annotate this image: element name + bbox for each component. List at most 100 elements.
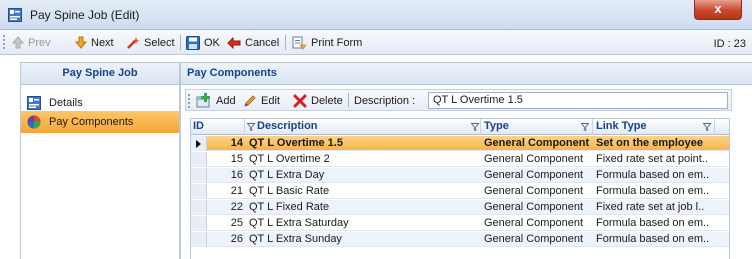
grid-toolbar: Add Edit Delete Description : QT L Overt… xyxy=(185,89,732,111)
cell-id: 16 xyxy=(230,169,243,181)
cell-description: QT L Overtime 2 xyxy=(249,153,330,165)
nav-item-pay-components[interactable]: Pay Components xyxy=(21,111,179,133)
toolbar-grip[interactable] xyxy=(188,94,190,108)
table-row[interactable]: 16 QT L Extra Day General Component Form… xyxy=(191,168,729,183)
filter-icon[interactable] xyxy=(471,123,479,131)
arrow-up-icon xyxy=(12,36,24,49)
column-header-description[interactable]: Description xyxy=(245,119,481,135)
cell-type: General Component xyxy=(484,201,584,213)
cell-description: QT L Basic Rate xyxy=(249,185,330,197)
column-header-id[interactable]: ID xyxy=(191,119,245,135)
pay-components-panel: Pay Components Add Edit Delete Descripti… xyxy=(180,62,752,259)
description-label: Description : xyxy=(354,94,416,107)
table-row[interactable]: 22 QT L Fixed Rate General Component Fix… xyxy=(191,200,729,215)
nav-item-label: Pay Components xyxy=(49,116,134,128)
select-wand-icon xyxy=(127,36,140,49)
row-indicator[interactable] xyxy=(191,184,207,199)
cell-link-type: Fixed rate set at job l.. xyxy=(596,201,705,213)
next-button[interactable]: Next xyxy=(75,34,114,51)
table-row[interactable]: 15 QT L Overtime 2 General Component Fix… xyxy=(191,152,729,167)
current-row-arrow-icon xyxy=(196,140,201,148)
table-row[interactable]: 21 QT L Basic Rate General Component For… xyxy=(191,184,729,199)
cell-id: 25 xyxy=(230,217,243,229)
main-toolbar: Prev Next Select OK Cancel Print Form ID… xyxy=(0,30,752,55)
filter-icon[interactable] xyxy=(581,123,589,131)
cell-link-type: Formula based on em.. xyxy=(596,233,710,245)
cell-id: 22 xyxy=(230,201,243,213)
form-icon xyxy=(8,8,22,22)
delete-label: Delete xyxy=(311,94,343,107)
cell-description: QT L Extra Day xyxy=(249,169,325,181)
close-button[interactable]: x xyxy=(694,0,742,20)
cell-type: General Component xyxy=(484,169,584,181)
cell-link-type: Fixed rate set at point.. xyxy=(596,153,708,165)
delete-button[interactable]: Delete xyxy=(293,92,343,109)
print-form-label: Print Form xyxy=(311,36,363,49)
grid-header: ID Description Type Link Type xyxy=(191,119,729,135)
column-header-link-type[interactable]: Link Type xyxy=(593,119,715,135)
cell-description: QT L Fixed Rate xyxy=(249,201,330,213)
cell-type: General Component xyxy=(484,153,584,165)
table-row[interactable]: 14 QT L Overtime 1.5 General Component S… xyxy=(191,136,729,151)
prev-button[interactable]: Prev xyxy=(12,34,51,51)
cell-description: QT L Extra Sunday xyxy=(249,233,342,245)
table-row[interactable]: 25 QT L Extra Saturday General Component… xyxy=(191,216,729,231)
cell-id: 21 xyxy=(230,185,243,197)
row-indicator[interactable] xyxy=(191,216,207,231)
cancel-label: Cancel xyxy=(245,36,280,49)
edit-pencil-icon xyxy=(244,94,256,107)
table-row[interactable]: 26 QT L Extra Sunday General Component F… xyxy=(191,232,729,247)
cell-link-type: Formula based on em.. xyxy=(596,217,710,229)
cell-type: General Component xyxy=(484,185,584,197)
row-indicator[interactable] xyxy=(191,152,207,167)
cell-id: 14 xyxy=(230,137,243,149)
cell-type: General Component xyxy=(484,137,590,149)
edit-button[interactable]: Edit xyxy=(243,92,280,109)
column-header-type[interactable]: Type xyxy=(481,119,593,135)
window-title: Pay Spine Job (Edit) xyxy=(30,8,140,22)
prev-label: Prev xyxy=(28,36,51,49)
select-button[interactable]: Select xyxy=(126,34,175,51)
cancel-button[interactable]: Cancel xyxy=(227,34,279,51)
undo-arrow-icon xyxy=(227,36,241,49)
row-indicator[interactable] xyxy=(191,136,207,151)
delete-x-icon xyxy=(293,94,307,107)
row-indicator[interactable] xyxy=(191,168,207,183)
navigation-panel: Pay Spine Job Details Pay Components xyxy=(20,62,180,259)
toolbar-separator xyxy=(348,93,349,107)
column-header-label: Type xyxy=(484,120,509,132)
toolbar-separator xyxy=(285,35,286,50)
record-id: ID : 23 xyxy=(713,38,746,50)
add-button[interactable]: Add xyxy=(196,92,236,109)
column-header-label: Description xyxy=(257,120,318,132)
cell-link-type: Formula based on em.. xyxy=(596,185,710,197)
components-icon xyxy=(27,115,41,129)
arrow-down-icon xyxy=(75,36,87,49)
cell-description: QT L Extra Saturday xyxy=(249,217,349,229)
cell-link-type: Set on the employee xyxy=(596,137,703,149)
cell-type: General Component xyxy=(484,217,584,229)
filter-icon[interactable] xyxy=(703,123,711,131)
column-header-label: Link Type xyxy=(596,120,647,132)
cell-id: 26 xyxy=(230,233,243,245)
cell-id: 15 xyxy=(230,153,243,165)
row-indicator[interactable] xyxy=(191,200,207,215)
cell-link-type: Formula based on em.. xyxy=(596,169,710,181)
description-field[interactable]: QT L Overtime 1.5 xyxy=(428,92,728,109)
filter-icon[interactable] xyxy=(247,123,255,131)
row-indicator[interactable] xyxy=(191,232,207,247)
save-disk-icon xyxy=(186,35,200,50)
ok-button[interactable]: OK xyxy=(186,34,220,51)
title-bar: Pay Spine Job (Edit) x xyxy=(0,0,752,30)
navigation-header: Pay Spine Job xyxy=(21,63,179,85)
toolbar-separator xyxy=(180,35,181,50)
toolbar-grip[interactable] xyxy=(3,35,5,49)
nav-item-label: Details xyxy=(49,97,83,109)
cell-type: General Component xyxy=(484,233,584,245)
print-form-button[interactable]: Print Form xyxy=(291,34,362,51)
ok-label: OK xyxy=(204,36,220,49)
next-label: Next xyxy=(91,36,114,49)
add-icon xyxy=(196,93,210,108)
edit-label: Edit xyxy=(261,94,280,107)
cell-description: QT L Overtime 1.5 xyxy=(249,137,343,149)
